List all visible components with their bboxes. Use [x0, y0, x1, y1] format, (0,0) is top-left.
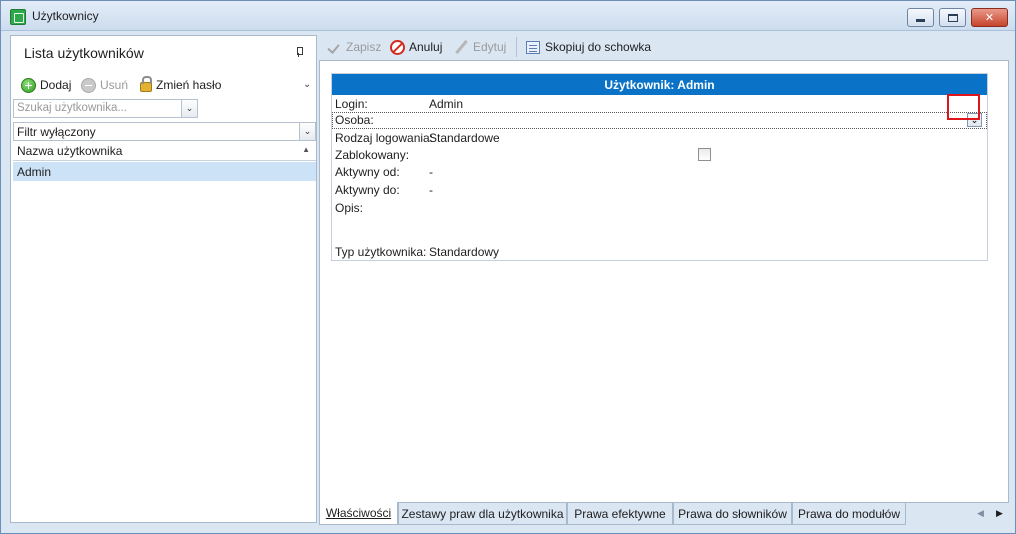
tab-module-permissions[interactable]: Prawa do modułów: [792, 503, 906, 525]
save-button[interactable]: Zapisz: [329, 38, 381, 56]
filter-value: Filtr wyłączony: [17, 125, 96, 139]
panel-title: Lista użytkowników: [24, 45, 144, 61]
search-placeholder: Szukaj użytkownika...: [17, 102, 127, 114]
close-button[interactable]: ✕: [971, 8, 1008, 27]
user-list-panel: Lista użytkowników Dodaj Usuń Zmień hasł…: [10, 35, 317, 523]
description-label: Opis:: [335, 201, 364, 215]
chevron-down-icon: ⌄: [303, 126, 312, 136]
save-label: Zapisz: [346, 40, 382, 54]
user-type-label: Typ użytkownika:: [335, 245, 427, 259]
window: Użytkownicy ✕ Lista użytkowników Dodaj U…: [0, 0, 1016, 534]
user-properties-form: Użytkownik: Admin Login: Admin Osoba: ⌄ …: [331, 73, 988, 261]
blocked-row: Zablokowany:: [332, 147, 987, 164]
user-details-panel: Użytkownik: Admin Login: Admin Osoba: ⌄ …: [319, 60, 1009, 503]
active-to-row[interactable]: Aktywny do: -: [332, 182, 987, 199]
app-icon: [10, 9, 26, 25]
blocked-checkbox[interactable]: [698, 148, 711, 161]
search-dropdown-button[interactable]: ⌄: [181, 100, 197, 117]
detail-toolbar: Zapisz Anuluj Edytuj Skopiuj do schowka: [319, 35, 1009, 59]
tab-label: Prawa do modułów: [797, 506, 901, 521]
checkmark-icon: [329, 41, 341, 53]
login-type-row[interactable]: Rodzaj logowania: Standardowe: [332, 130, 987, 147]
remove-user-button[interactable]: Usuń: [81, 76, 128, 94]
list-item-label: Admin: [17, 165, 52, 179]
highlight-annotation: [947, 94, 980, 120]
cancel-icon: [390, 39, 405, 55]
chevron-down-icon[interactable]: ⌄: [303, 79, 311, 90]
maximize-button[interactable]: [939, 8, 966, 27]
form-header: Użytkownik: Admin: [332, 74, 987, 95]
active-to-label: Aktywny do:: [335, 183, 400, 197]
copy-label: Skopiuj do schowka: [545, 40, 652, 54]
lock-icon: [140, 76, 152, 92]
user-type-row[interactable]: Typ użytkownika: Standardowy: [332, 244, 987, 261]
edit-label: Edytuj: [473, 40, 507, 54]
clipboard-icon: [526, 40, 540, 54]
change-password-label: Zmień hasło: [156, 78, 222, 92]
tab-properties[interactable]: Właściwości: [319, 502, 398, 525]
active-from-row[interactable]: Aktywny od: -: [332, 164, 987, 181]
pin-icon[interactable]: [295, 47, 303, 57]
sort-ascending-icon: ▲: [302, 145, 310, 154]
login-type-value: Standardowe: [429, 131, 500, 145]
tab-label: Właściwości: [325, 506, 392, 520]
tab-label: Prawa efektywne: [574, 506, 666, 521]
tab-scroll-left-icon[interactable]: ◀: [977, 508, 984, 519]
tab-permission-sets[interactable]: Zestawy praw dla użytkownika: [398, 503, 567, 525]
user-list-toolbar: Dodaj Usuń Zmień hasło ⌄: [11, 74, 316, 96]
column-header-label: Nazwa użytkownika: [17, 144, 123, 158]
tab-dictionary-permissions[interactable]: Prawa do słowników: [673, 503, 792, 525]
active-from-value: -: [429, 165, 433, 179]
edit-button[interactable]: Edytuj: [455, 38, 506, 56]
copy-to-clipboard-button[interactable]: Skopiuj do schowka: [526, 38, 651, 56]
add-icon: [21, 77, 36, 93]
pencil-icon: [455, 40, 469, 54]
title-bar[interactable]: Użytkownicy ✕: [1, 1, 1015, 31]
tab-scroll-right-icon[interactable]: ▶: [996, 508, 1003, 519]
active-from-label: Aktywny od:: [335, 165, 400, 179]
change-password-button[interactable]: Zmień hasło: [140, 76, 221, 94]
remove-user-label: Usuń: [100, 78, 129, 92]
maximize-icon: [947, 13, 958, 22]
chevron-down-icon: ⌄: [185, 103, 194, 113]
tab-label: Zestawy praw dla użytkownika: [401, 506, 564, 521]
login-type-label: Rodzaj logowania:: [335, 131, 434, 145]
login-value: Admin: [429, 97, 464, 111]
user-type-value: Standardowy: [429, 245, 500, 259]
cancel-button[interactable]: Anuluj: [390, 38, 442, 56]
list-item[interactable]: Admin: [13, 162, 316, 181]
add-user-button[interactable]: Dodaj: [21, 76, 71, 94]
filter-dropdown-button[interactable]: ⌄: [299, 123, 315, 140]
filter-select[interactable]: Filtr wyłączony ⌄: [13, 122, 316, 141]
person-row[interactable]: Osoba: ⌄: [332, 112, 987, 129]
window-title: Użytkownicy: [32, 9, 99, 23]
person-label: Osoba:: [335, 113, 374, 127]
cancel-label: Anuluj: [409, 40, 443, 54]
minimize-icon: [916, 19, 925, 22]
toolbar-separator: [516, 37, 517, 57]
column-header-username[interactable]: Nazwa użytkownika ▲: [13, 141, 316, 161]
close-icon: ✕: [984, 12, 995, 24]
login-label: Login:: [335, 97, 368, 111]
minimize-button[interactable]: [907, 8, 934, 27]
detail-tabs: Właściwości Zestawy praw dla użytkownika…: [319, 502, 1009, 525]
description-row[interactable]: Opis:: [332, 200, 987, 217]
add-user-label: Dodaj: [40, 78, 72, 92]
search-input[interactable]: Szukaj użytkownika... ⌄: [13, 99, 198, 118]
remove-icon: [81, 77, 96, 93]
login-row[interactable]: Login: Admin: [332, 96, 987, 113]
tab-effective-permissions[interactable]: Prawa efektywne: [567, 503, 673, 525]
blocked-label: Zablokowany:: [335, 148, 410, 162]
tab-label: Prawa do słowników: [678, 506, 787, 521]
active-to-value: -: [429, 183, 433, 197]
